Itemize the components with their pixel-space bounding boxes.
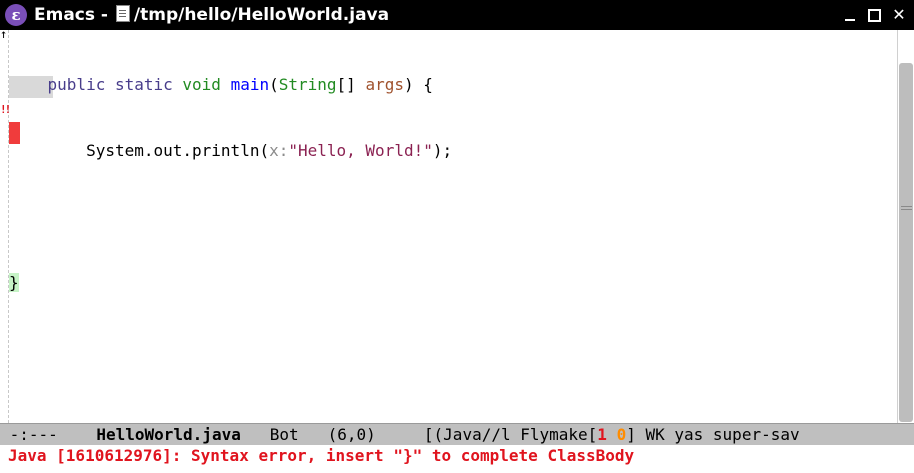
method-call: System.out.println( — [86, 141, 270, 160]
type-name: String — [278, 75, 337, 94]
close-icon[interactable]: ✕ — [891, 7, 907, 23]
code-line-2: System.out.println(x:"Hello, World!"); — [86, 141, 453, 160]
grip-line — [901, 206, 912, 207]
arrow-up-icon: ↑ — [0, 27, 8, 41]
parameter-hint: x: — [269, 141, 289, 160]
app-name: Emacs - — [34, 5, 108, 25]
echo-area: Java [1610612976]: Syntax error, insert … — [0, 445, 914, 473]
buffer-name[interactable]: HelloWorld.java — [96, 425, 241, 444]
function-name: main — [230, 75, 270, 94]
error-marker-icon: !! — [0, 103, 11, 116]
code-line-1: public static void main(String[] args) { — [47, 75, 433, 94]
minimize-icon[interactable] — [842, 7, 858, 23]
keyword: static — [114, 75, 173, 94]
code-line-4: } — [9, 272, 452, 294]
file-path: /tmp/hello/HelloWorld.java — [133, 5, 390, 25]
keyword: void — [182, 75, 221, 94]
scroll-position: Bot — [269, 425, 299, 444]
title-bar: ε Emacs - /tmp/hello/HelloWorld.java ✕ — [0, 0, 914, 30]
flymake-warning-count[interactable]: 0 — [617, 425, 627, 444]
maximize-icon[interactable] — [866, 7, 882, 23]
document-icon — [115, 5, 130, 22]
scrollbar-thumb[interactable] — [899, 63, 913, 422]
emacs-icon: ε — [5, 4, 27, 26]
string-literal: "Hello, World!" — [288, 141, 433, 160]
minor-modes[interactable]: ] WK yas super-sav — [626, 425, 799, 444]
left-fringe: ↑ !! — [0, 27, 11, 423]
flymake-error-count[interactable]: 1 — [597, 425, 607, 444]
major-mode[interactable]: [(Java//l Flymake[ — [424, 425, 597, 444]
code-area[interactable]: public static void main(String[] args) {… — [9, 30, 452, 338]
grip-line — [901, 209, 912, 210]
keyword: public — [47, 75, 106, 94]
closing-brace: } — [9, 273, 19, 292]
variable-name: args — [365, 75, 404, 94]
window-title: Emacs - /tmp/hello/HelloWorld.java — [34, 4, 389, 26]
buffer-status: -:--- — [9, 425, 58, 444]
line-column: (6,0) — [327, 425, 376, 444]
error-message: Java [1610612976]: Syntax error, insert … — [8, 446, 635, 465]
vertical-scrollbar[interactable] — [897, 30, 914, 423]
editor-buffer[interactable]: ↑ !! public static void main(String[] ar… — [0, 27, 897, 423]
mode-line[interactable]: -:--- HelloWorld.java Bot (6,0) [(Java//… — [0, 423, 914, 445]
